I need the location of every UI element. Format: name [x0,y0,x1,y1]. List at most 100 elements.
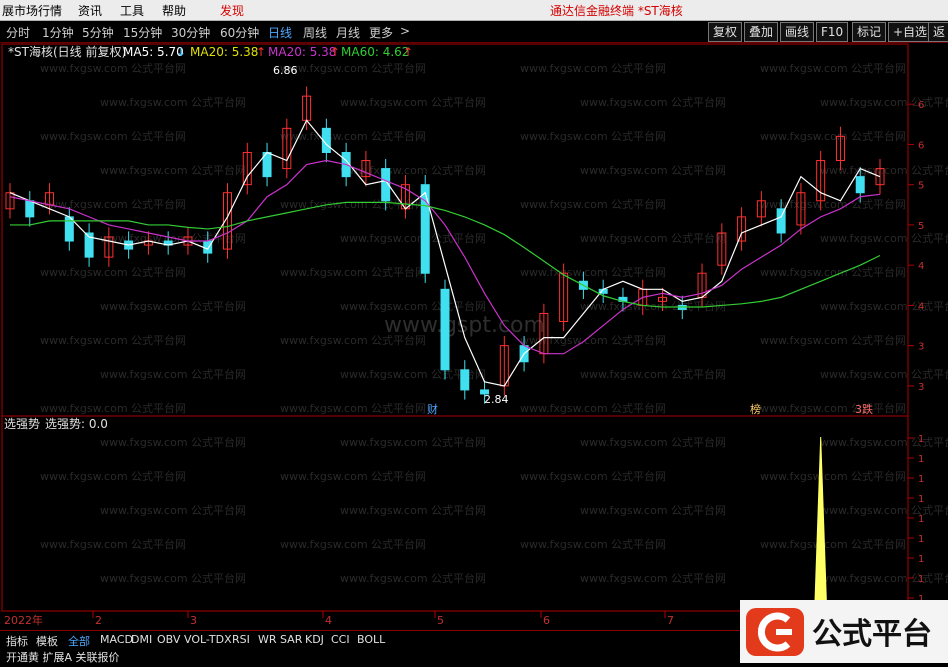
marker-list[interactable]: 榜 [750,402,761,416]
tab-wr[interactable]: WR [258,633,277,646]
watermark-tile: www.fxgsw.com 公式平台网 [40,197,186,211]
kline-chart[interactable]: www.fxgsw.com 公式平台网 www.fxgsw.com 公式平台网 ww… [0,42,948,630]
watermark-tile: www.fxgsw.com 公式平台网 [760,61,906,75]
watermark-tile: www.fxgsw.com 公式平台网 [820,367,948,381]
watermark-tile: www.fxgsw.com 公式平台网 [520,469,666,483]
draw-button[interactable]: 画线 [780,22,815,42]
watermark-tile: www.fxgsw.com 公式平台网 [40,469,186,483]
price-axis-label: 5 [918,221,924,232]
watermark-tile: www.fxgsw.com 公式平台网 [40,129,186,143]
brand-logo: 公式平台 [740,600,948,663]
watermark-tile: www.fxgsw.com 公式平台网 [820,95,948,109]
indicator-axis-label: 1 [918,494,924,505]
period-monthly[interactable]: 月线 [336,24,360,41]
period-weekly[interactable]: 周线 [303,24,327,41]
month-label: 6 [543,614,550,627]
watermark-tile: www.fxgsw.com 公式平台网 [820,503,948,517]
price-axis-label: 3 [918,382,924,393]
tab-vol-tdx[interactable]: VOL-TDX [184,633,232,646]
candle-body [25,200,35,218]
price-axis-label: 6 [918,100,924,111]
menu-market[interactable]: 展市场行情 [2,2,62,19]
price-axis-label: 4 [918,261,924,272]
overlay-button[interactable]: 叠加 [744,22,779,42]
mark-button[interactable]: 标记 [852,22,887,42]
candle-body [440,288,450,371]
window-title: 通达信金融终端 *ST海核 [550,4,683,18]
period-5min[interactable]: 5分钟 [82,24,114,41]
tab-rsi[interactable]: RSI [232,633,250,646]
logo-c-icon: 公式平台 [746,608,932,656]
legend-ma20-arrow: ↑ [256,45,266,59]
tab-kdj[interactable]: KDJ [305,633,324,646]
low-annotation: 2.84 [484,393,509,406]
watermark-tile: www.fxgsw.com 公式平台网 [40,333,186,347]
watermark-tile: www.fxgsw.com 公式平台网 [340,299,486,313]
menu-discover[interactable]: 发现 [220,2,244,19]
watermark-tile: www.fxgsw.com 公式平台网 [760,265,906,279]
indicator-label: 选强势: 0.0 [45,417,108,431]
f10-button[interactable]: F10 [816,22,849,42]
period-daily[interactable]: 日线 [268,24,292,41]
add-watchlist-button[interactable]: +自选 [888,22,933,42]
watermark-tile: www.fxgsw.com 公式平台网 [100,163,246,177]
menu-tools[interactable]: 工具 [120,2,144,19]
watermark-tile: www.fxgsw.com 公式平台网 [580,571,726,585]
tab-macd[interactable]: MACD [100,633,133,646]
watermark-tile: www.fxgsw.com 公式平台网 [520,61,666,75]
period-more[interactable]: 更多 [369,24,393,41]
tab-indicator[interactable]: 指标 [6,633,28,649]
legend-ma20: MA20: 5.38 [190,45,258,59]
price-axis-label: 6 [918,140,924,151]
indicator-axis-label: 1 [918,514,924,525]
period-15min[interactable]: 15分钟 [123,24,162,41]
legend-ma20b: MA20: 5.38 [268,45,336,59]
watermark-tile: www.fxgsw.com 公式平台网 [580,163,726,177]
watermark-tile: www.fxgsw.com 公式平台网 [760,333,906,347]
menu-help[interactable]: 帮助 [162,2,186,19]
month-label: 4 [325,614,332,627]
price-axis-label: 5 [918,181,924,192]
high-annotation: 6.86 [273,64,298,77]
tab-obv[interactable]: OBV [157,633,180,646]
tab-cci[interactable]: CCI [331,633,350,646]
period-60min[interactable]: 60分钟 [220,24,259,41]
watermark-tile: www.fxgsw.com 公式平台网 [520,537,666,551]
month-label: 3 [190,614,197,627]
legend-ma60: MA60: 4.62 [341,45,409,59]
chevron-right-icon[interactable]: > [400,24,410,38]
indicator-axis-label: 1 [918,434,924,445]
watermark-tile: www.fxgsw.com 公式平台网 [40,401,186,415]
tab-sar[interactable]: SAR [280,633,302,646]
period-1min[interactable]: 1分钟 [42,24,74,41]
date-year: 2022年 [4,613,43,627]
watermark-tile: www.fxgsw.com 公式平台网 [340,95,486,109]
watermark-tile: www.fxgsw.com 公式平台网 [820,435,948,449]
indicator-title: 选强势 [4,417,40,431]
candle-body [203,240,213,254]
watermark-tile: www.fxgsw.com 公式平台网 [280,469,426,483]
tab-dmi[interactable]: DMI [131,633,152,646]
indicator-axis-label: 1 [918,474,924,485]
watermark-tile: www.fxgsw.com 公式平台网 [40,265,186,279]
watermark-tile: www.fxgsw.com 公式平台网 [760,129,906,143]
period-tick[interactable]: 分时 [6,24,30,41]
menu-bar: 展市场行情 资讯 工具 帮助 发现 通达信金融终端 *ST海核 [0,0,948,21]
adjust-button[interactable]: 复权 [708,22,743,42]
watermark-tile: www.fxgsw.com 公式平台网 [340,571,486,585]
watermark-tile: www.fxgsw.com 公式平台网 [280,401,426,415]
candle-body [855,176,865,194]
marker-drop[interactable]: 3跌 [855,402,873,416]
back-button[interactable]: 返 [928,22,948,42]
tab-all[interactable]: 全部 [68,633,90,649]
tab-template[interactable]: 模板 [36,633,58,649]
watermark-tile: www.fxgsw.com 公式平台网 [520,401,666,415]
period-30min[interactable]: 30分钟 [171,24,210,41]
watermark-tile: www.fxgsw.com 公式平台网 [340,503,486,517]
watermark-tile: www.fxgsw.com 公式平台网 [760,537,906,551]
menu-news[interactable]: 资讯 [78,2,102,19]
indicator-axis-label: 1 [918,534,924,545]
watermark-tile: www.fxgsw.com 公式平台网 [820,231,948,245]
marker-finance[interactable]: 财 [427,402,438,416]
tab-boll[interactable]: BOLL [357,633,385,646]
